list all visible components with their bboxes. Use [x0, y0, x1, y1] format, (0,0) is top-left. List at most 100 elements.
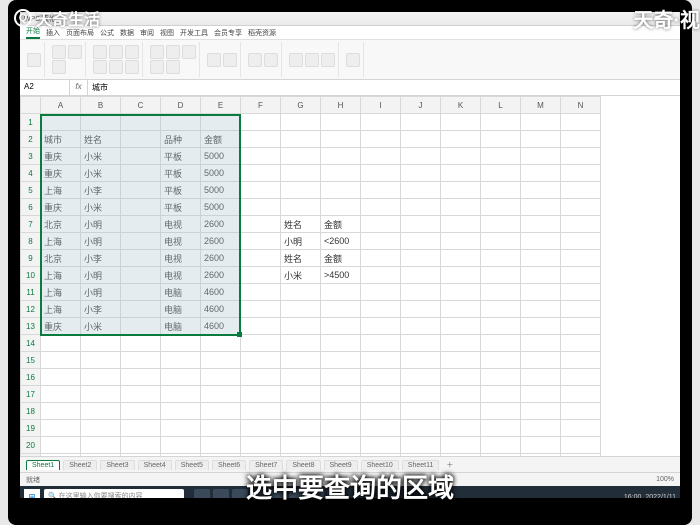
filter-button[interactable] — [321, 53, 335, 67]
col-header[interactable]: F — [241, 97, 281, 114]
cell[interactable]: 小米 — [81, 165, 121, 182]
cell[interactable]: 重庆 — [41, 318, 81, 335]
fx-icon[interactable]: fx — [70, 80, 88, 95]
ribbon-tab-docer[interactable]: 稻壳资源 — [248, 28, 276, 38]
row-header[interactable]: 13 — [21, 318, 41, 335]
col-header[interactable]: M — [521, 97, 561, 114]
col-header[interactable]: D — [161, 97, 201, 114]
row-header[interactable]: 11 — [21, 284, 41, 301]
cell[interactable]: 平板 — [161, 165, 201, 182]
cell[interactable]: 电脑 — [161, 284, 201, 301]
cell[interactable]: 2600 — [201, 216, 241, 233]
cell[interactable]: 姓名 — [281, 250, 321, 267]
taskbar-app-icon[interactable] — [194, 489, 210, 498]
cell[interactable]: 北京 — [41, 250, 81, 267]
col-header[interactable]: A — [41, 97, 81, 114]
sum-button[interactable] — [289, 53, 303, 67]
cell[interactable]: 重庆 — [41, 148, 81, 165]
row-header[interactable]: 12 — [21, 301, 41, 318]
select-all-corner[interactable] — [21, 97, 41, 114]
row-header[interactable]: 6 — [21, 199, 41, 216]
cell[interactable]: 上海 — [41, 267, 81, 284]
paste-button[interactable] — [27, 53, 41, 67]
ribbon-tab-formula[interactable]: 公式 — [100, 28, 114, 38]
cell[interactable]: 重庆 — [41, 165, 81, 182]
cell[interactable]: 小米 — [81, 199, 121, 216]
zoom-level[interactable]: 100% — [656, 476, 674, 483]
cell[interactable]: 2600 — [201, 250, 241, 267]
align-center-button[interactable] — [166, 45, 180, 59]
cell[interactable]: 4600 — [201, 284, 241, 301]
cut-button[interactable] — [52, 45, 66, 59]
col-header[interactable]: K — [441, 97, 481, 114]
row-header[interactable]: 8 — [21, 233, 41, 250]
bold-button[interactable] — [93, 45, 107, 59]
cell[interactable]: 小李 — [81, 250, 121, 267]
cell[interactable]: 电脑 — [161, 301, 201, 318]
cell[interactable]: 2600 — [201, 233, 241, 250]
cell[interactable]: 上海 — [41, 284, 81, 301]
col-header[interactable]: L — [481, 97, 521, 114]
align-right-button[interactable] — [182, 45, 196, 59]
formula-input[interactable]: 城市 — [88, 80, 680, 95]
table-style-button[interactable] — [264, 53, 278, 67]
cell[interactable]: 重庆 — [41, 199, 81, 216]
col-header[interactable]: I — [361, 97, 401, 114]
cell[interactable]: >4500 — [321, 267, 361, 284]
sheet-tab[interactable]: Sheet5 — [175, 460, 209, 470]
cell[interactable]: 电视 — [161, 250, 201, 267]
ribbon-tab-review[interactable]: 审阅 — [140, 28, 154, 38]
row-header[interactable]: 5 — [21, 182, 41, 199]
row-header[interactable]: 16 — [21, 369, 41, 386]
ribbon-tab-member[interactable]: 会员专享 — [214, 28, 242, 38]
row-header[interactable]: 9 — [21, 250, 41, 267]
cell[interactable]: 北京 — [41, 216, 81, 233]
cell[interactable]: 小明 — [81, 233, 121, 250]
cell[interactable]: 电视 — [161, 216, 201, 233]
row-header[interactable]: 18 — [21, 403, 41, 420]
sort-button[interactable] — [305, 53, 319, 67]
row-header[interactable]: 14 — [21, 335, 41, 352]
wrap-button[interactable] — [166, 60, 180, 74]
cell[interactable]: 小明 — [281, 233, 321, 250]
cell[interactable]: 4600 — [201, 318, 241, 335]
cell[interactable]: 小明 — [81, 267, 121, 284]
cell[interactable]: 姓名 — [281, 216, 321, 233]
start-button[interactable]: ⊞ — [24, 489, 40, 498]
cell[interactable]: 平板 — [161, 199, 201, 216]
spreadsheet-grid[interactable]: A B C D E F G H I J K L M N 1 2 城市 — [20, 96, 680, 456]
copy-button[interactable] — [68, 45, 82, 59]
col-header[interactable]: N — [561, 97, 601, 114]
cell[interactable]: 金额 — [201, 131, 241, 148]
col-header[interactable]: H — [321, 97, 361, 114]
sheet-tab[interactable]: Sheet1 — [26, 460, 60, 470]
col-header[interactable]: J — [401, 97, 441, 114]
cell[interactable]: 5000 — [201, 182, 241, 199]
name-box[interactable]: A2 — [20, 80, 70, 95]
col-header[interactable]: G — [281, 97, 321, 114]
row-header[interactable]: 10 — [21, 267, 41, 284]
ribbon-tab-dev[interactable]: 开发工具 — [180, 28, 208, 38]
percent-button[interactable] — [223, 53, 237, 67]
cell[interactable]: 平板 — [161, 148, 201, 165]
border-button[interactable] — [125, 60, 139, 74]
find-button[interactable] — [346, 53, 360, 67]
cell[interactable]: 5000 — [201, 165, 241, 182]
cell[interactable]: 品种 — [161, 131, 201, 148]
ribbon-tab-data[interactable]: 数据 — [120, 28, 134, 38]
cell[interactable]: 小米 — [281, 267, 321, 284]
underline-button[interactable] — [125, 45, 139, 59]
col-header[interactable]: C — [121, 97, 161, 114]
cell[interactable]: 小明 — [81, 284, 121, 301]
row-header[interactable]: 21 — [21, 454, 41, 457]
merge-button[interactable] — [150, 60, 164, 74]
cell[interactable]: 5000 — [201, 148, 241, 165]
cell[interactable]: 小米 — [81, 148, 121, 165]
col-header[interactable]: B — [81, 97, 121, 114]
row-header[interactable]: 2 — [21, 131, 41, 148]
cell[interactable]: 5000 — [201, 199, 241, 216]
sheet-tab[interactable]: Sheet6 — [212, 460, 246, 470]
row-header[interactable]: 3 — [21, 148, 41, 165]
taskbar-search[interactable]: 🔍 在这里输入你要搜索的内容 — [44, 489, 184, 498]
sheet-tab[interactable]: Sheet3 — [100, 460, 134, 470]
